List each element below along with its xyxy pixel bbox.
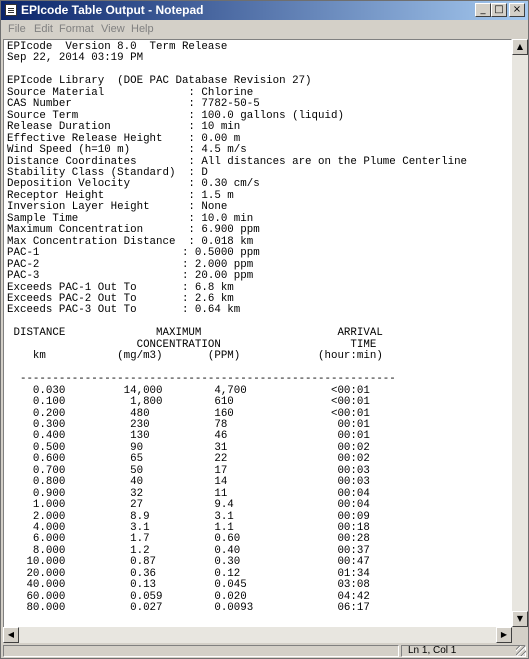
scroll-left-button[interactable]: ◀ bbox=[3, 627, 19, 643]
notepad-window: EPIcode Table Output - Notepad _ □ × Fil… bbox=[0, 0, 529, 659]
menu-edit[interactable]: Edit bbox=[34, 23, 53, 35]
maximize-button[interactable]: □ bbox=[491, 3, 507, 17]
menu-view[interactable]: View bbox=[101, 23, 125, 35]
notepad-icon[interactable] bbox=[5, 4, 17, 16]
cursor-position: Ln 1, Col 1 bbox=[408, 645, 457, 656]
scroll-up-button[interactable]: ▲ bbox=[512, 39, 528, 55]
menu-bar: File Edit Format View Help bbox=[1, 20, 528, 38]
status-segment-main bbox=[3, 645, 399, 657]
minimize-button[interactable]: _ bbox=[475, 3, 491, 17]
close-button[interactable]: × bbox=[509, 3, 525, 17]
document-text[interactable]: EPIcode Version 8.0 Term Release Sep 22,… bbox=[4, 40, 511, 615]
horizontal-scrollbar[interactable]: ◀ ▶ bbox=[3, 627, 512, 643]
scrollbar-corner bbox=[512, 627, 528, 643]
vertical-scrollbar[interactable]: ▲ ▼ bbox=[512, 39, 528, 627]
scroll-right-button[interactable]: ▶ bbox=[496, 627, 512, 643]
window-title: EPIcode Table Output - Notepad bbox=[21, 3, 204, 17]
document-text-area[interactable]: EPIcode Version 8.0 Term Release Sep 22,… bbox=[3, 39, 512, 628]
resize-grip-icon[interactable] bbox=[516, 646, 526, 656]
title-bar[interactable]: EPIcode Table Output - Notepad _ □ × bbox=[1, 1, 528, 20]
menu-file[interactable]: File bbox=[8, 23, 26, 35]
menu-help[interactable]: Help bbox=[131, 23, 154, 35]
status-bar: Ln 1, Col 1 bbox=[1, 644, 528, 658]
scroll-down-button[interactable]: ▼ bbox=[512, 611, 528, 627]
menu-format[interactable]: Format bbox=[59, 23, 94, 35]
